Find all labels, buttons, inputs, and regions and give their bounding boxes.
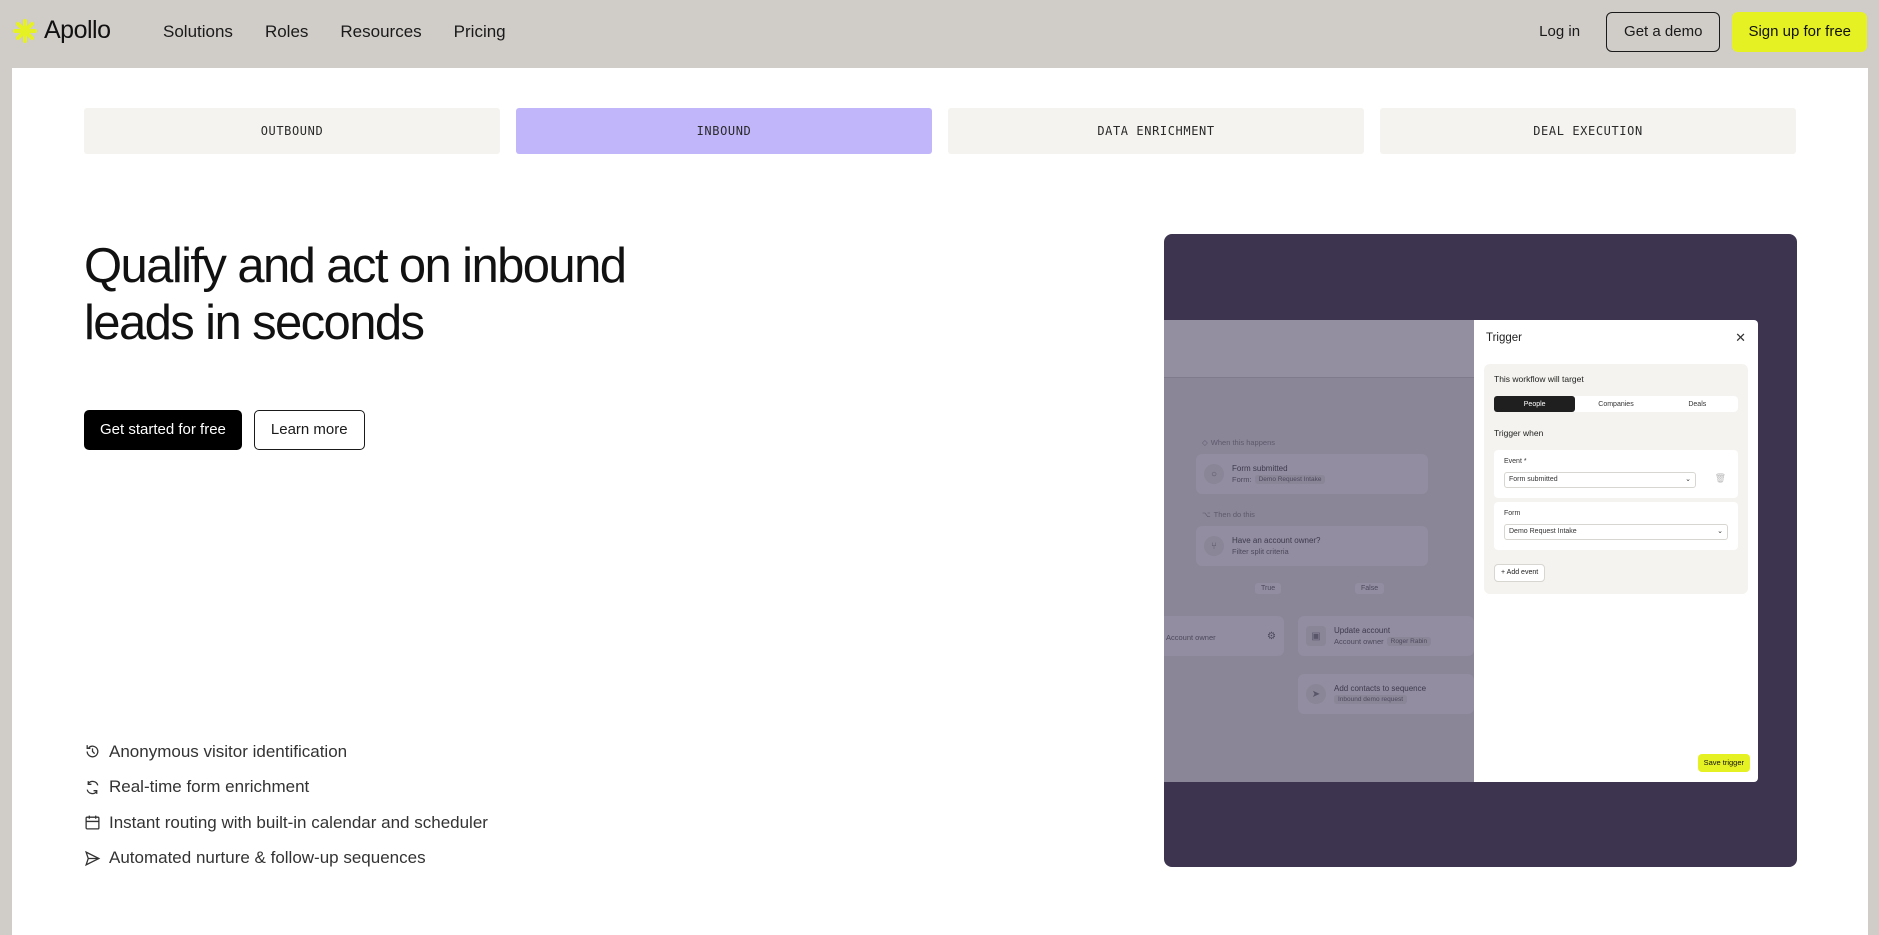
form-select[interactable]: Demo Request Intake ⌄ <box>1504 524 1728 540</box>
nav-actions: Log in Get a demo Sign up for free <box>1525 12 1867 52</box>
nav-link-pricing[interactable]: Pricing <box>454 22 506 42</box>
send-icon <box>85 850 101 866</box>
node-subtitle: Account owner Roger Rabin <box>1334 637 1432 646</box>
tab-inbound[interactable]: INBOUND <box>516 108 932 154</box>
workflow-illustration: ◇ When this happens ○ Form submitted For… <box>1164 234 1797 867</box>
feature-item: Real-time form enrichment <box>84 770 488 806</box>
nav-link-roles[interactable]: Roles <box>265 22 308 42</box>
get-started-button[interactable]: Get started for free <box>84 410 242 450</box>
node-subtitle: Inbound demo request <box>1334 695 1426 704</box>
split-icon: ⑂ <box>1204 536 1224 556</box>
segment-companies[interactable]: Companies <box>1575 396 1656 412</box>
form-label: Form <box>1504 510 1521 517</box>
workflow-node-left-branch[interactable]: Account owner ⚙ <box>1164 616 1284 656</box>
workflow-node-account-owner[interactable]: ⑂ Have an account owner? Filter split cr… <box>1196 526 1428 566</box>
apollo-logo[interactable]: Apollo <box>12 16 111 45</box>
top-nav: Apollo Solutions Roles Resources Pricing… <box>0 0 1879 68</box>
gear-icon: ⚙ <box>1267 630 1276 642</box>
node-title: Have an account owner? <box>1232 536 1321 545</box>
main-content: OUTBOUND INBOUND DATA ENRICHMENT DEAL EX… <box>12 68 1868 935</box>
get-demo-button[interactable]: Get a demo <box>1606 12 1721 52</box>
nav-link-resources[interactable]: Resources <box>340 22 421 42</box>
nav-link-solutions[interactable]: Solutions <box>163 22 233 42</box>
workflow-node-form-submitted[interactable]: ○ Form submitted Form: Demo Request Inta… <box>1196 454 1428 494</box>
tab-outbound[interactable]: OUTBOUND <box>84 108 500 154</box>
target-segmented-control: People Companies Deals <box>1494 396 1738 412</box>
form-pill: Demo Request Intake <box>1254 475 1326 484</box>
feature-item: Automated nurture & follow-up sequences <box>84 841 488 877</box>
feature-text: Anonymous visitor identification <box>109 741 348 761</box>
tab-deal-execution[interactable]: DEAL EXECUTION <box>1380 108 1796 154</box>
trigger-config-card: This workflow will target People Compani… <box>1484 364 1748 594</box>
trigger-panel-title: Trigger <box>1486 332 1522 344</box>
true-chip: True <box>1255 583 1282 594</box>
tab-data-enrichment[interactable]: DATA ENRICHMENT <box>948 108 1364 154</box>
event-select[interactable]: Form submitted ⌄ <box>1504 472 1696 488</box>
hero-headline: Qualify and act on inbound leads in seco… <box>84 238 724 352</box>
node-title: Form submitted <box>1232 464 1288 473</box>
refresh-icon <box>86 780 99 794</box>
lightbulb-icon: ○ <box>1204 464 1224 484</box>
trigger-panel: Trigger ✕ This workflow will target Peop… <box>1474 320 1758 782</box>
node-subtitle: Form: Demo Request Intake <box>1232 475 1326 484</box>
send-icon: ➤ <box>1306 684 1326 704</box>
event-config: Event * Form submitted ⌄ 🗑 <box>1494 450 1738 498</box>
segment-people[interactable]: People <box>1494 396 1576 412</box>
node-subtitle: Filter split criteria <box>1232 547 1289 556</box>
node-title: Add contacts to sequence <box>1334 684 1427 693</box>
chevron-down-icon: ⌄ <box>1685 476 1691 483</box>
workflow-node-update-account[interactable]: ▣ Update account Account owner Roger Rab… <box>1298 616 1474 656</box>
feature-text: Automated nurture & follow-up sequences <box>109 848 426 868</box>
when-label: ◇ When this happens <box>1202 438 1275 447</box>
feature-item: Anonymous visitor identification <box>84 734 488 770</box>
headline-line-1: Qualify and act on inbound <box>84 239 627 293</box>
then-label: ⌥ Then do this <box>1202 510 1255 519</box>
apollo-logo-icon <box>12 18 38 44</box>
login-link[interactable]: Log in <box>1525 12 1594 52</box>
trash-icon[interactable]: 🗑 <box>1715 473 1726 484</box>
owner-pill: Roger Rabin <box>1386 637 1432 646</box>
trigger-when-label: Trigger when <box>1494 428 1544 438</box>
feature-text: Real-time form enrichment <box>109 777 310 797</box>
save-trigger-button[interactable]: Save trigger <box>1697 754 1750 772</box>
node-title: Update account <box>1334 626 1391 635</box>
solution-tabs: OUTBOUND INBOUND DATA ENRICHMENT DEAL EX… <box>84 108 1796 154</box>
feature-list: Anonymous visitor identification Real-ti… <box>84 734 488 876</box>
feature-text: Instant routing with built-in calendar a… <box>109 812 488 832</box>
form-config: Form Demo Request Intake ⌄ <box>1494 502 1738 550</box>
nav-links: Solutions Roles Resources Pricing <box>163 22 506 42</box>
feature-item: Instant routing with built-in calendar a… <box>84 805 488 841</box>
brand-name: Apollo <box>44 16 111 44</box>
false-chip: False <box>1355 583 1385 594</box>
close-icon[interactable]: ✕ <box>1735 330 1746 346</box>
history-icon <box>86 745 99 758</box>
node-subtitle: Account owner <box>1166 632 1216 642</box>
workflow-canvas: ◇ When this happens ○ Form submitted For… <box>1164 320 1474 782</box>
target-label: This workflow will target <box>1494 374 1584 384</box>
branch-icon: ⌥ <box>1202 510 1211 519</box>
chevron-down-icon: ⌄ <box>1717 528 1723 535</box>
calendar-icon <box>85 815 100 830</box>
signup-button[interactable]: Sign up for free <box>1732 12 1867 52</box>
canvas-header <box>1164 320 1474 378</box>
building-icon: ▣ <box>1306 626 1326 646</box>
add-event-button[interactable]: + Add event <box>1494 564 1546 582</box>
headline-line-2: leads in seconds <box>84 296 425 350</box>
hero-cta-group: Get started for free Learn more <box>84 410 365 450</box>
workflow-node-add-to-sequence[interactable]: ➤ Add contacts to sequence Inbound demo … <box>1298 674 1474 714</box>
learn-more-button[interactable]: Learn more <box>253 410 365 450</box>
diamond-icon: ◇ <box>1202 438 1208 447</box>
sequence-pill: Inbound demo request <box>1334 695 1408 704</box>
event-label: Event * <box>1504 458 1527 465</box>
segment-deals[interactable]: Deals <box>1657 396 1738 412</box>
